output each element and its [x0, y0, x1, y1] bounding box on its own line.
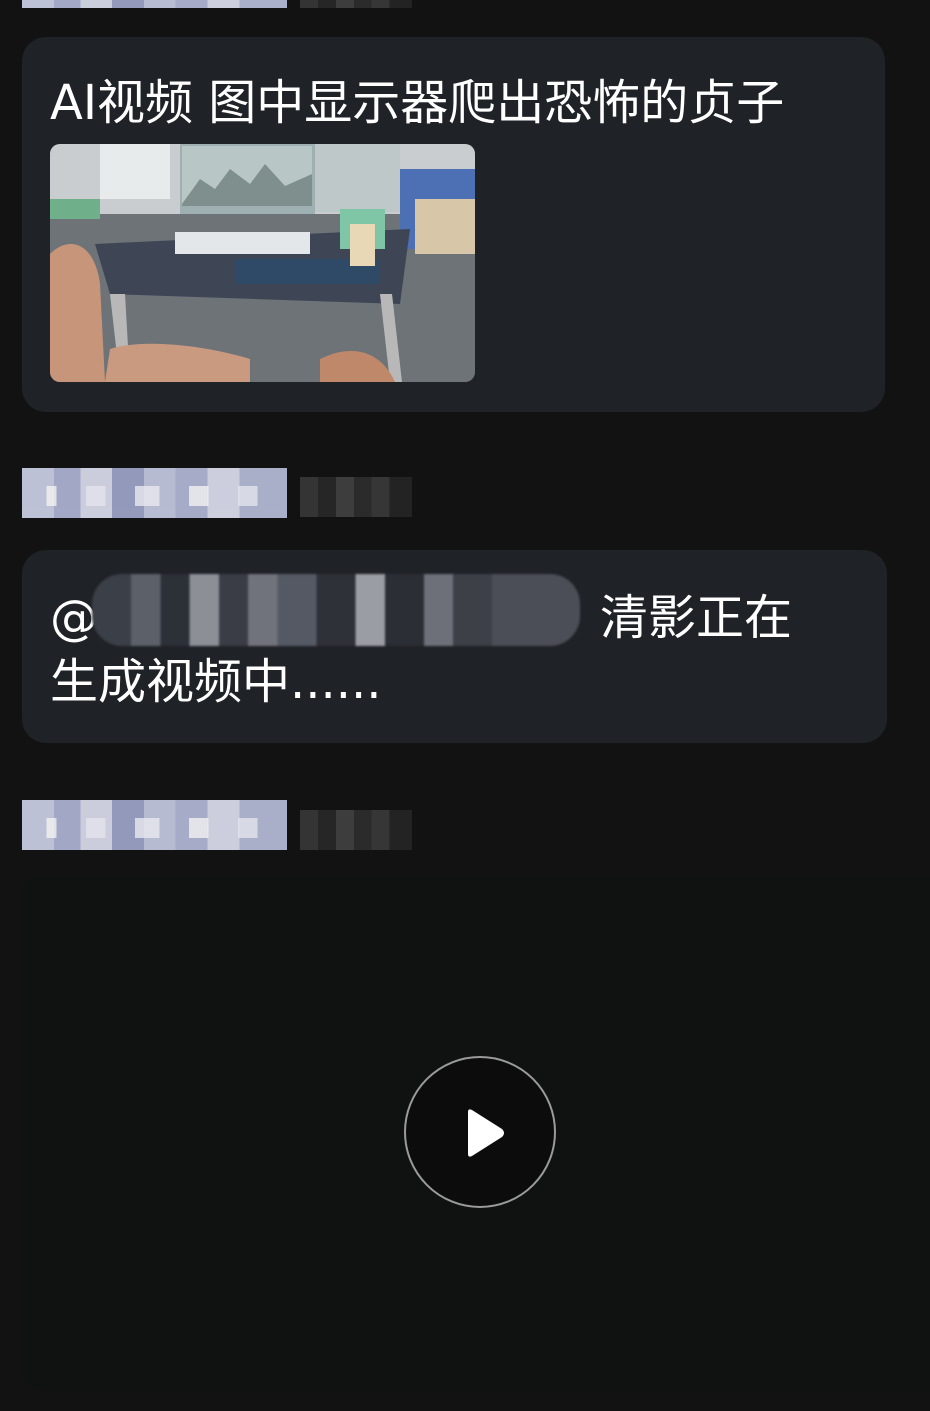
- message-text: AI视频 图中显示器爬出恐怖的贞子: [50, 75, 785, 131]
- play-button[interactable]: [404, 1056, 556, 1208]
- message-text-line1: 清影正在: [600, 590, 793, 646]
- photo-illustration: [50, 144, 475, 382]
- play-icon: [468, 1109, 504, 1157]
- message-image[interactable]: [50, 144, 475, 382]
- timestamp-blurred: [300, 0, 412, 8]
- sender-name-blurred: [22, 800, 287, 850]
- message-text-line2: 生成视频中......: [50, 654, 382, 710]
- message-bubble[interactable]: AI视频 图中显示器爬出恐怖的贞子: [22, 37, 885, 412]
- timestamp-blurred: [300, 477, 412, 517]
- mention-at-sign: @: [50, 590, 98, 646]
- mention-name-blurred[interactable]: [92, 574, 580, 646]
- sender-name-blurred: [22, 0, 287, 8]
- sender-name-blurred: [22, 468, 287, 518]
- timestamp-blurred: [300, 810, 412, 850]
- video-message[interactable]: [22, 876, 930, 1391]
- message-bubble[interactable]: @ 清影正在 生成视频中......: [22, 550, 887, 743]
